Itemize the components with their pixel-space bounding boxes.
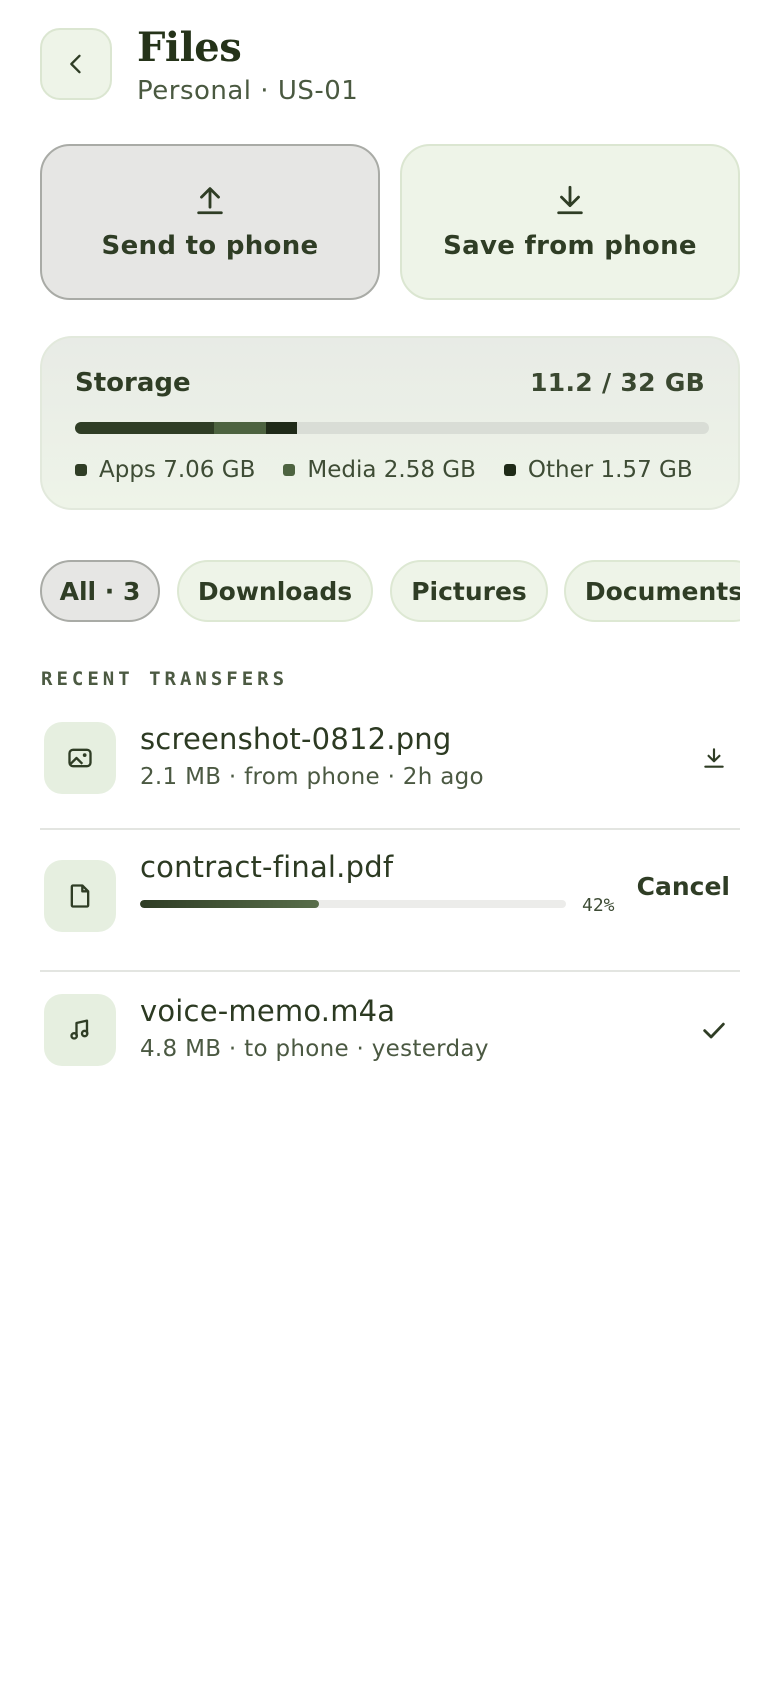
legend-label-apps: Apps 7.06 GB (99, 457, 256, 483)
storage-segment-media (214, 422, 266, 434)
file-name: screenshot-0812.png (140, 722, 452, 756)
storage-card: Storage 11.2 / 32 GB Apps 7.06 GB Media … (40, 336, 740, 510)
transfer-row[interactable]: voice-memo.m4a 4.8 MB · to phone · yeste… (40, 972, 740, 1102)
legend-label-media: Media 2.58 GB (307, 457, 476, 483)
filter-chip-documents[interactable]: Documents (564, 560, 740, 622)
transfer-progress-label: 42% (582, 895, 615, 916)
image-icon (68, 748, 92, 768)
filter-chips: All · 3 Downloads Pictures Documents (40, 560, 740, 622)
legend-swatch-other (503, 464, 516, 476)
file-icon (70, 884, 90, 908)
header: Files Personal · US-01 (40, 24, 740, 118)
save-from-phone-button[interactable]: Save from phone (400, 144, 740, 300)
send-to-phone-label: Send to phone (101, 231, 319, 261)
file-name: contract-final.pdf (140, 850, 394, 884)
page-title: Files (137, 24, 242, 71)
file-meta: 2.1 MB · from phone · 2h ago (140, 764, 484, 790)
completed-status (692, 1008, 736, 1052)
back-button[interactable] (40, 28, 112, 100)
file-thumbnail (44, 994, 116, 1066)
chevron-left-icon (70, 54, 81, 74)
cancel-button[interactable]: Cancel (637, 872, 730, 901)
transfer-progress-fill (140, 900, 319, 908)
filter-chip-pictures[interactable]: Pictures (390, 560, 548, 622)
legend-swatch-apps (75, 464, 87, 476)
legend-swatch-media (283, 464, 296, 476)
upload-icon (197, 187, 223, 215)
transfer-row[interactable]: contract-final.pdf 42% Cancel (40, 830, 740, 972)
storage-legend: Apps 7.06 GB Media 2.58 GB Other 1.57 GB (75, 450, 721, 490)
filter-chip-downloads[interactable]: Downloads (177, 560, 373, 622)
transfer-row[interactable]: screenshot-0812.png 2.1 MB · from phone … (40, 700, 740, 830)
music-note-icon (70, 1019, 89, 1040)
storage-title: Storage (75, 368, 191, 398)
send-to-phone-button[interactable]: Send to phone (40, 144, 380, 300)
transfer-actions: Send to phone Save from phone (40, 144, 740, 300)
storage-segment-other (265, 422, 297, 434)
file-thumbnail (44, 722, 116, 794)
section-label-recent-transfers: RECENT TRANSFERS (41, 668, 289, 690)
file-meta: 4.8 MB · to phone · yesterday (140, 1036, 489, 1062)
check-icon (703, 1022, 725, 1039)
file-name: voice-memo.m4a (140, 994, 396, 1028)
storage-total: 11.2 / 32 GB (530, 368, 705, 397)
download-icon (557, 185, 583, 215)
storage-segment-apps (75, 422, 215, 434)
legend-item-media: Media 2.58 GB (283, 457, 476, 483)
file-thumbnail (44, 860, 116, 932)
download-button[interactable] (692, 736, 736, 780)
download-icon (704, 748, 724, 768)
storage-usage-bar (75, 422, 709, 434)
transfer-progress-bar (140, 900, 566, 908)
legend-label-other: Other 1.57 GB (527, 457, 693, 483)
legend-item-apps: Apps 7.06 GB (75, 457, 255, 483)
filter-chip-all[interactable]: All · 3 (40, 560, 160, 622)
save-from-phone-label: Save from phone (443, 231, 697, 261)
legend-item-other: Other 1.57 GB (503, 457, 693, 483)
page-subtitle: Personal · US-01 (137, 76, 359, 106)
